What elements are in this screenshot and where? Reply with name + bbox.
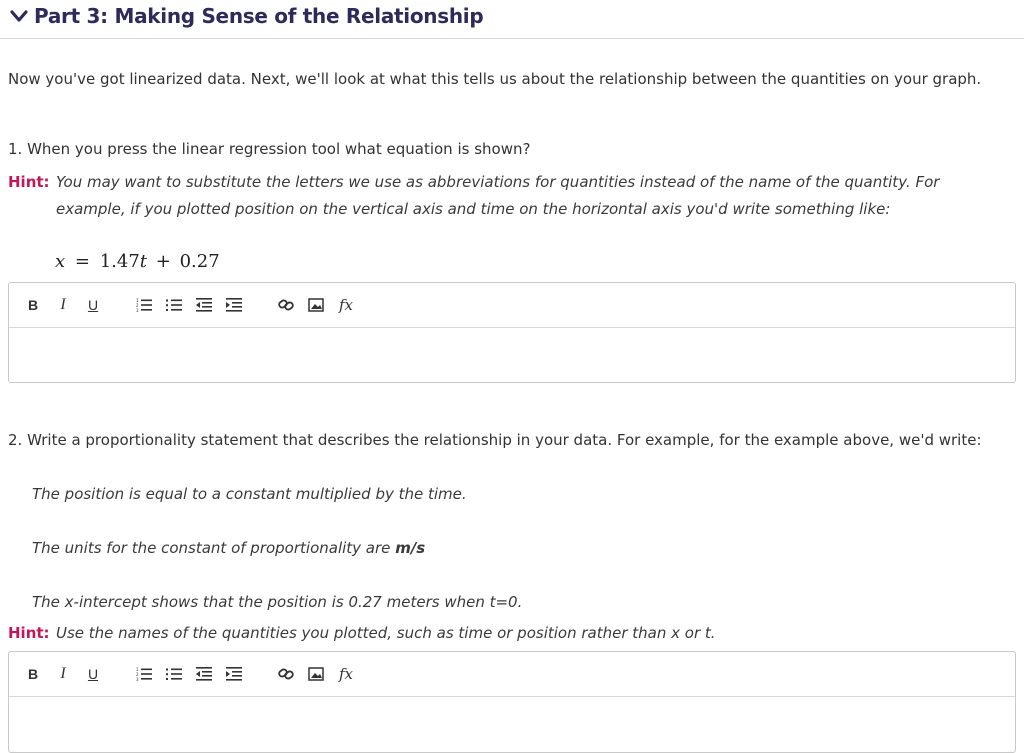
chevron-down-icon[interactable] xyxy=(8,5,30,27)
ordered-list-icon[interactable]: 123 xyxy=(135,293,153,317)
equation-lhs: x xyxy=(55,251,66,272)
example-statement-1: The position is equal to a constant mult… xyxy=(32,485,467,503)
image-icon[interactable] xyxy=(307,293,325,317)
bold-button[interactable]: B xyxy=(25,293,41,317)
answer-input-1[interactable] xyxy=(9,328,1015,382)
example-units-prefix: The units for the constant of proportion… xyxy=(32,539,391,557)
link-icon[interactable] xyxy=(277,293,295,317)
intro-text: Now you've got linearized data. Next, we… xyxy=(8,70,982,88)
link-icon[interactable] xyxy=(277,662,295,686)
bold-button[interactable]: B xyxy=(25,662,41,686)
unordered-list-icon[interactable] xyxy=(165,293,183,317)
hint-label: Hint: xyxy=(8,624,50,642)
example-statement-2: The units for the constant of proportion… xyxy=(32,539,425,557)
answer-editor-2: B I U 123 fx xyxy=(8,651,1016,753)
formula-button[interactable]: fx xyxy=(335,293,357,317)
indent-icon[interactable] xyxy=(225,293,243,317)
outdent-icon[interactable] xyxy=(195,293,213,317)
underline-button[interactable]: U xyxy=(85,662,101,686)
answer-editor-1: B I U 123 fx xyxy=(8,282,1016,383)
equation-const: 0.27 xyxy=(179,251,220,272)
hint-2: Hint: Use the names of the quantities yo… xyxy=(8,620,1008,647)
image-icon[interactable] xyxy=(307,662,325,686)
equation-equals: = xyxy=(74,251,90,272)
hint-text: You may want to substitute the letters w… xyxy=(56,173,940,218)
italic-button[interactable]: I xyxy=(55,662,71,686)
part-header[interactable]: Part 3: Making Sense of the Relationship xyxy=(8,4,484,28)
example-statement-3: The x-intercept shows that the position … xyxy=(32,593,523,611)
hint-label: Hint: xyxy=(8,173,50,191)
example-units-value: m/s xyxy=(395,539,426,557)
svg-text:3: 3 xyxy=(136,308,139,312)
underline-button[interactable]: U xyxy=(85,293,101,317)
question-1: 1. When you press the linear regression … xyxy=(8,140,531,158)
ordered-list-icon[interactable]: 123 xyxy=(135,662,153,686)
header-divider xyxy=(0,38,1024,39)
answer-input-2[interactable] xyxy=(9,697,1015,751)
indent-icon[interactable] xyxy=(225,662,243,686)
part-title: Part 3: Making Sense of the Relationship xyxy=(34,4,484,28)
formula-button[interactable]: fx xyxy=(335,662,357,686)
equation-var: t xyxy=(139,251,148,272)
example-equation: x = 1.47t + 0.27 xyxy=(55,251,220,272)
editor-toolbar: B I U 123 fx xyxy=(9,652,1015,697)
italic-button[interactable]: I xyxy=(55,293,71,317)
outdent-icon[interactable] xyxy=(195,662,213,686)
unordered-list-icon[interactable] xyxy=(165,662,183,686)
question-2: 2. Write a proportionality statement tha… xyxy=(8,431,982,449)
hint-1: Hint: You may want to substitute the let… xyxy=(8,169,1008,223)
hint-text: Use the names of the quantities you plot… xyxy=(56,624,716,642)
editor-toolbar: B I U 123 fx xyxy=(9,283,1015,328)
svg-text:3: 3 xyxy=(136,677,139,681)
equation-plus: + xyxy=(155,251,171,272)
equation-coef: 1.47 xyxy=(99,251,140,272)
